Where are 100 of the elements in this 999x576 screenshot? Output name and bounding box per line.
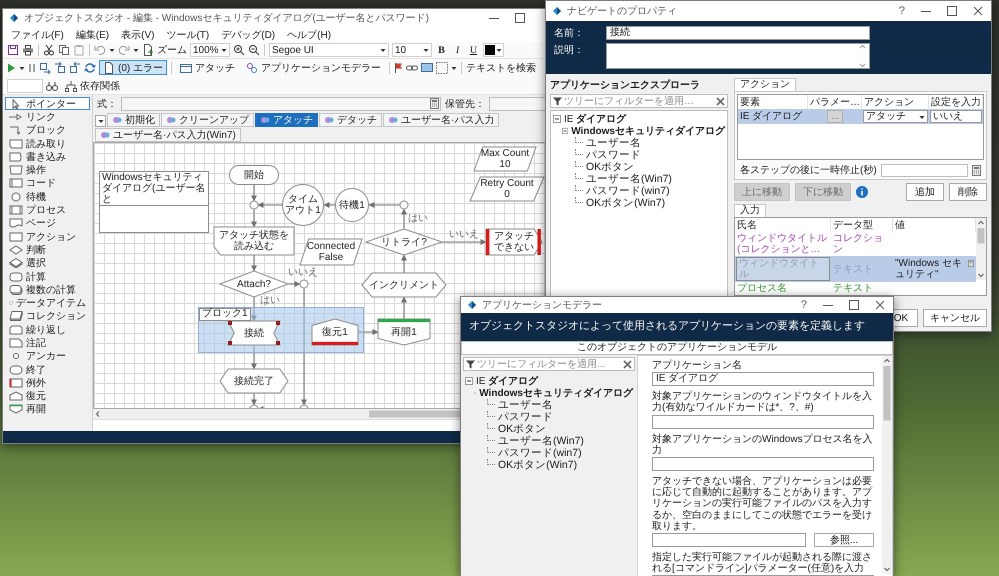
refresh-icon[interactable]: [84, 62, 96, 74]
description-field[interactable]: [606, 43, 870, 69]
tree-item[interactable]: ユーザー名: [498, 398, 553, 412]
scissors-icon[interactable]: [43, 44, 55, 56]
page-tab[interactable]: クリーンアップ: [161, 113, 254, 127]
vertical-scrollbar[interactable]: [976, 218, 986, 280]
printer-icon[interactable]: [22, 44, 34, 56]
zoom-select[interactable]: 100%: [190, 43, 230, 57]
palette-item[interactable]: アクション: [5, 230, 90, 244]
text-field[interactable]: [652, 456, 874, 471]
clipboard-icon[interactable]: [73, 44, 85, 56]
menu-item[interactable]: ファイル(F): [11, 28, 64, 42]
cancel-button[interactable]: キャンセル: [923, 309, 987, 327]
page-tab[interactable]: ユーザー名·パス入力: [383, 113, 500, 127]
tree-item[interactable]: パスワード: [498, 410, 553, 424]
menu-item[interactable]: デバッグ(D): [221, 28, 276, 42]
tree-item[interactable]: IE ダイアログ: [564, 112, 626, 126]
palette-item[interactable]: 注記: [5, 336, 90, 350]
expression-field[interactable]: [121, 96, 441, 110]
help-button[interactable]: ?: [800, 299, 807, 311]
name-field[interactable]: 接続: [606, 26, 870, 40]
palette-item[interactable]: ページ: [5, 216, 90, 230]
palette-item[interactable]: プロセス: [5, 203, 90, 217]
binoculars-icon[interactable]: [46, 80, 58, 92]
document-icon[interactable]: [142, 44, 154, 56]
palette-item[interactable]: 判断: [5, 243, 90, 257]
zoom-out-icon[interactable]: [248, 44, 260, 56]
palette-item[interactable]: 終了: [5, 362, 90, 376]
palette-item[interactable]: アンカー: [5, 350, 90, 363]
app-modeller-button[interactable]: アプリケーションモデラー: [242, 60, 385, 75]
text-field[interactable]: IE ダイアログ: [652, 372, 874, 386]
section-tab[interactable]: アクション: [734, 78, 796, 91]
tree-item[interactable]: パスワード: [586, 148, 641, 162]
pause-field[interactable]: [880, 164, 968, 176]
tree-item[interactable]: ユーザー名: [586, 136, 641, 150]
scroll-down-icon[interactable]: [859, 63, 866, 68]
calculator-icon[interactable]: [430, 98, 439, 109]
palette-item[interactable]: リンク: [5, 110, 90, 124]
grid-icon[interactable]: [436, 62, 448, 74]
palette-item[interactable]: 再開: [5, 402, 90, 416]
step-into-icon[interactable]: [39, 62, 51, 74]
palette-item[interactable]: ブロック: [5, 124, 90, 137]
palette-item[interactable]: 例外: [5, 376, 90, 390]
page-tab[interactable]: ユーザー名·パス入力(Win7): [95, 128, 241, 142]
scroll-up-icon[interactable]: [859, 44, 866, 49]
font-size-select[interactable]: 10: [392, 43, 432, 57]
edit-button[interactable]: 追加: [906, 183, 944, 201]
page-tab[interactable]: デタッチ: [319, 113, 382, 127]
tree-item[interactable]: パスワード(win7): [498, 446, 582, 460]
calculator-icon[interactable]: [972, 164, 981, 176]
action-select[interactable]: アタッチ: [863, 110, 928, 123]
clear-icon[interactable]: [716, 96, 725, 106]
table-row[interactable]: IE ダイアログ ... アタッチ いいえ: [738, 109, 983, 124]
tree-item[interactable]: OKボタン: [586, 160, 634, 174]
palette-item[interactable]: 復元: [5, 390, 90, 403]
tab-list-button[interactable]: [95, 115, 106, 127]
tree-item[interactable]: ユーザー名(Win7): [498, 434, 584, 448]
errors-toggle[interactable]: (0) エラー: [99, 60, 167, 75]
input-field[interactable]: いいえ: [930, 110, 982, 123]
palette-item[interactable]: 計算: [5, 270, 90, 284]
step-out-icon[interactable]: [69, 62, 81, 74]
tree-item[interactable]: パスワード(win7): [586, 184, 670, 198]
copy-icon[interactable]: [58, 44, 70, 56]
underline-button[interactable]: U: [467, 44, 480, 56]
browse-button[interactable]: 参照...: [814, 532, 874, 547]
flag-icon[interactable]: [394, 62, 403, 74]
vertical-scrollbar[interactable]: [882, 356, 892, 574]
palette-item[interactable]: ポインター: [5, 97, 90, 110]
section-tab[interactable]: 入力: [734, 204, 766, 217]
menu-item[interactable]: ヘルプ(H): [287, 28, 332, 42]
maximize-icon[interactable]: [947, 6, 957, 16]
menu-item[interactable]: ツール(T): [166, 28, 210, 42]
close-icon[interactable]: [875, 300, 885, 310]
help-button[interactable]: ?: [898, 5, 905, 17]
close-icon[interactable]: [973, 6, 983, 16]
palette-item[interactable]: 複数の計算: [5, 283, 90, 296]
attach-button[interactable]: アタッチ: [176, 60, 239, 75]
bold-button[interactable]: B: [435, 44, 448, 56]
palette-item[interactable]: コード: [5, 176, 90, 190]
palette-item[interactable]: 選択: [5, 256, 90, 270]
tree-item[interactable]: OKボタン(Win7): [498, 458, 578, 472]
color-picker[interactable]: [483, 43, 504, 57]
screen-icon[interactable]: [421, 62, 433, 74]
calculator-icon[interactable]: [968, 258, 974, 269]
font-select[interactable]: Segoe UI: [269, 43, 389, 57]
clear-icon[interactable]: [623, 360, 632, 368]
save-icon[interactable]: [7, 44, 19, 56]
italic-button[interactable]: I: [451, 44, 464, 56]
search-field[interactable]: [7, 78, 43, 92]
tree-item[interactable]: ユーザー名(Win7): [586, 172, 672, 186]
zoom-in-icon[interactable]: [233, 44, 245, 56]
text-field[interactable]: [652, 414, 874, 429]
tree-item[interactable]: OKボタン: [498, 422, 546, 436]
tree-item[interactable]: Windowsセキュリティダイアログ: [479, 386, 633, 400]
tree-item[interactable]: OKボタン(Win7): [586, 196, 666, 210]
palette-item[interactable]: 書き込み: [5, 150, 90, 164]
tree-item[interactable]: Windowsセキュリティダイアログ: [571, 124, 725, 138]
menu-item[interactable]: 表示(V): [121, 28, 154, 42]
dependencies-button[interactable]: 依存関係: [61, 78, 124, 93]
palette-item[interactable]: 読み取り: [5, 136, 90, 150]
